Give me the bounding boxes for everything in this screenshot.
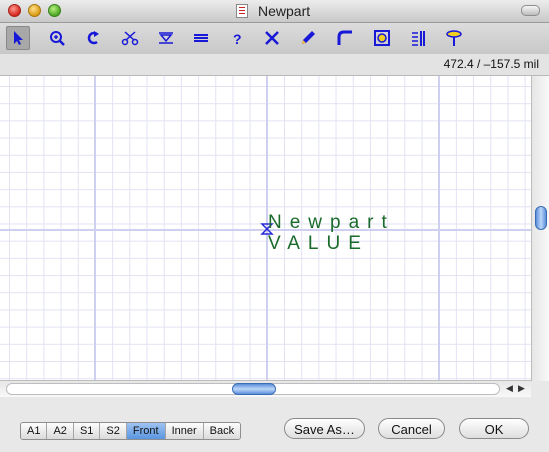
major-gridline	[438, 76, 440, 380]
bus-tool-button[interactable]	[189, 26, 213, 50]
layer-tab-s2[interactable]: S2	[100, 423, 127, 439]
horizontal-scroll-thumb[interactable]	[232, 383, 276, 395]
corner-icon	[337, 30, 352, 45]
layer-tab-s1[interactable]: S1	[73, 423, 101, 439]
toolbar: ?	[0, 23, 549, 54]
cut-tool-button[interactable]	[118, 26, 142, 50]
ok-button[interactable]: OK	[459, 418, 529, 439]
target-icon	[374, 30, 390, 46]
scroll-corner	[531, 381, 549, 397]
rotate-icon	[87, 31, 99, 45]
no-connect-tool-button[interactable]	[260, 26, 284, 50]
align-icon	[412, 31, 425, 46]
vertical-scroll-thumb[interactable]	[535, 206, 547, 230]
status-bar: 472.4 / –157.5 mil	[0, 54, 549, 76]
close-window-button[interactable]	[8, 4, 21, 17]
document-icon	[236, 4, 248, 18]
probe-icon	[446, 30, 462, 46]
align-tool-button[interactable]	[406, 26, 430, 50]
layer-tab-back[interactable]: Back	[203, 423, 241, 439]
drawing-canvas[interactable]: Newpart VALUE	[0, 76, 531, 380]
pin-icon	[159, 32, 173, 44]
cursor-coordinates: 472.4 / –157.5 mil	[443, 57, 539, 71]
help-tool-button[interactable]: ?	[225, 26, 249, 50]
layer-tab-a2[interactable]: A2	[47, 423, 74, 439]
pin-tool-button[interactable]	[154, 26, 178, 50]
pointer-tool-button[interactable]	[6, 26, 30, 50]
zoom-tool-button[interactable]	[45, 26, 69, 50]
no-connect-icon	[265, 31, 279, 45]
help-icon: ?	[233, 31, 242, 47]
layer-tab-front[interactable]: Front	[126, 423, 166, 439]
corner-tool-button[interactable]	[333, 26, 357, 50]
scroll-right-arrow-icon[interactable]: ▶	[518, 383, 525, 394]
part-name-label[interactable]: Newpart	[268, 212, 395, 234]
window-title: Newpart	[258, 3, 311, 19]
rotate-tool-button[interactable]	[82, 26, 106, 50]
cancel-button[interactable]: Cancel	[378, 418, 445, 439]
save-as-button[interactable]: Save As…	[284, 418, 365, 439]
title-bar: Newpart	[0, 0, 549, 23]
pencil-tool-button[interactable]	[296, 26, 320, 50]
toolbar-toggle-button[interactable]	[521, 5, 540, 16]
layer-tab-inner[interactable]: Inner	[165, 423, 204, 439]
scissors-icon	[121, 31, 139, 46]
zoom-icon	[50, 31, 65, 46]
svg-text:?: ?	[233, 31, 242, 47]
part-value-label[interactable]: VALUE	[268, 233, 369, 255]
pointer-icon	[14, 31, 23, 45]
bus-icon	[194, 34, 208, 42]
target-tool-button[interactable]	[370, 26, 394, 50]
horizontal-scrollbar[interactable]: ◀ ▶	[0, 380, 531, 397]
pencil-icon	[302, 31, 315, 44]
layer-selector: A1 A2 S1 S2 Front Inner Back	[20, 422, 242, 440]
minimize-window-button[interactable]	[28, 4, 41, 17]
zoom-window-button[interactable]	[48, 4, 61, 17]
layer-tab-a1[interactable]: A1	[21, 423, 48, 439]
vertical-scrollbar[interactable]	[531, 76, 549, 381]
bottom-bar: A1 A2 S1 S2 Front Inner Back Save As… Cancel O…	[0, 397, 549, 452]
scroll-left-arrow-icon[interactable]: ◀	[506, 383, 513, 394]
major-gridline	[94, 76, 96, 380]
probe-tool-button[interactable]	[442, 26, 466, 50]
